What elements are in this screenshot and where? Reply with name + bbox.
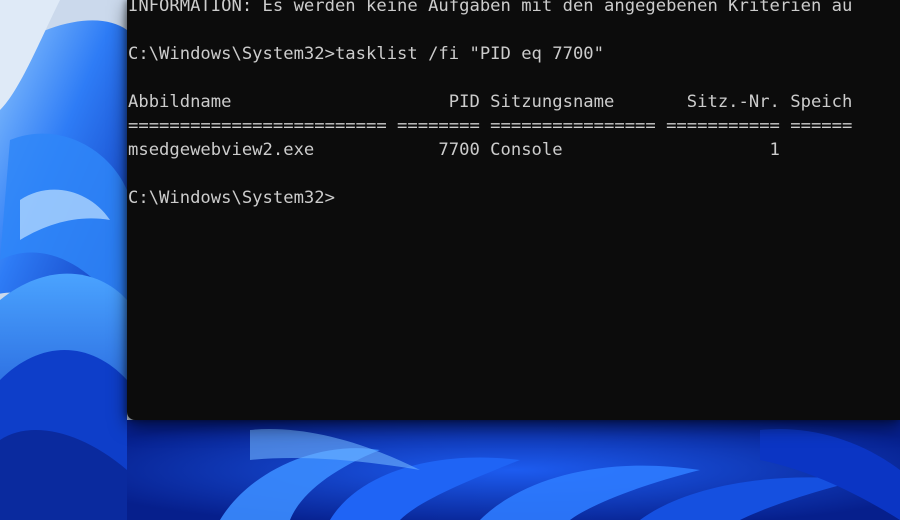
table-header-line: Abbildname PID Sitzungsname Sitz.-Nr. Sp… — [128, 92, 853, 112]
info-message-line: INFORMATION: Es werden keine Aufgaben mi… — [128, 0, 853, 16]
command-line: C:\Windows\System32>tasklist /fi "PID eq… — [128, 44, 604, 64]
blank-line — [128, 66, 900, 90]
table-row: msedgewebview2.exe 7700 Console 1 — [128, 140, 780, 160]
prompt-input-line[interactable]: C:\Windows\System32> — [128, 186, 900, 210]
blank-line — [128, 18, 900, 42]
blank-line — [128, 162, 900, 186]
terminal-output[interactable]: INFORMATION: Es werden keine Aufgaben mi… — [127, 0, 900, 420]
table-separator-line: ========================= ======== =====… — [128, 116, 853, 136]
command-prompt-window[interactable]: INFORMATION: Es werden keine Aufgaben mi… — [127, 0, 900, 420]
